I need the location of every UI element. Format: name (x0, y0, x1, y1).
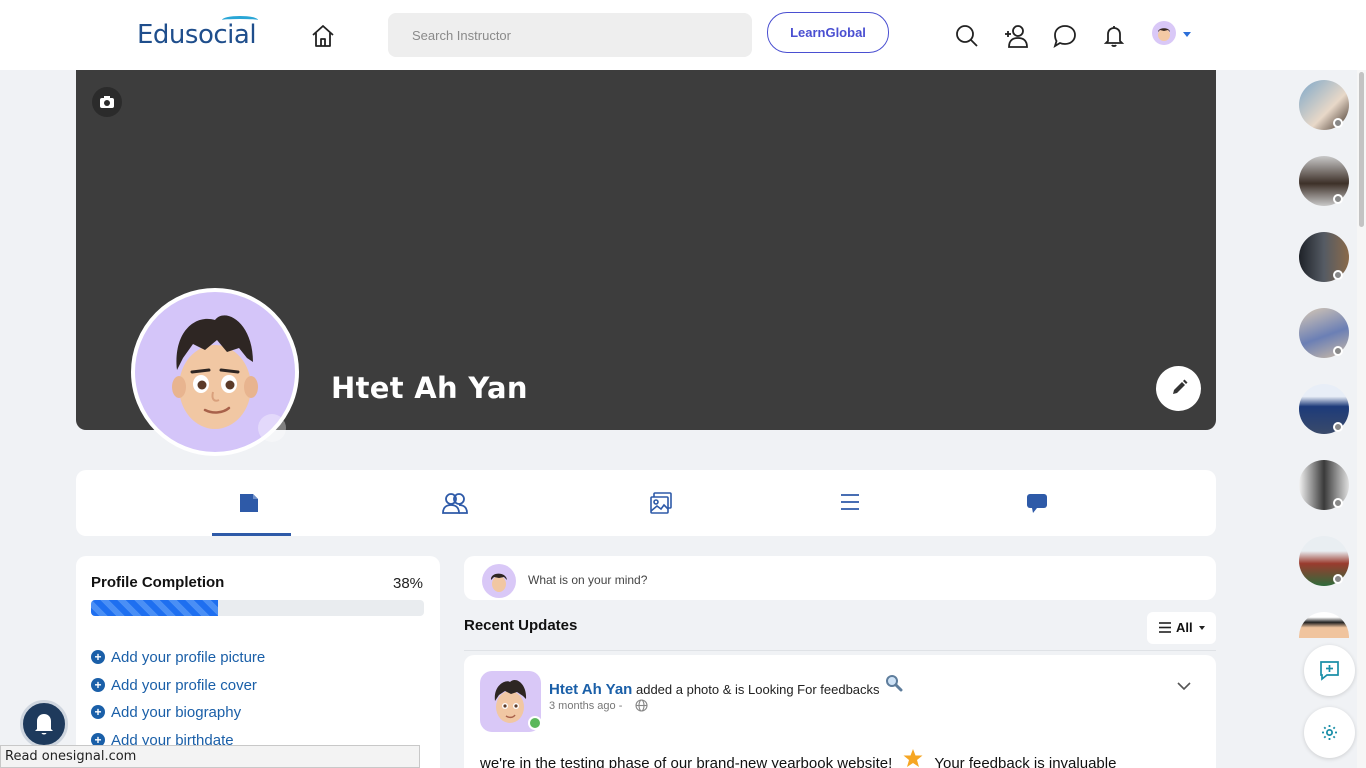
online-user-avatar[interactable] (1299, 612, 1349, 638)
star-emoji-icon (903, 749, 923, 767)
user-avatar-menu[interactable] (1152, 21, 1176, 45)
filter-lines-icon (1159, 622, 1171, 633)
bell-icon (35, 714, 53, 735)
push-notification-widget[interactable] (20, 700, 68, 748)
search-input[interactable] (388, 13, 752, 57)
user-status-dot (1333, 194, 1343, 204)
link-label: Add your biography (111, 704, 242, 721)
active-tab-indicator (212, 533, 291, 536)
chevron-down-icon (1199, 626, 1205, 630)
recent-updates-title: Recent Updates (464, 617, 578, 634)
tab-friends[interactable] (420, 470, 490, 536)
learnglobal-button[interactable]: LearnGlobal (767, 12, 889, 53)
add-biography-link[interactable]: + Add your biography (91, 704, 241, 721)
feed-filter-dropdown[interactable]: All (1147, 612, 1216, 644)
post-body: we're in the testing phase of our brand-… (480, 748, 1116, 768)
change-cover-button[interactable] (92, 87, 122, 117)
composer-placeholder[interactable]: What is on your mind? (528, 573, 647, 587)
avatar-face-icon (490, 573, 507, 592)
post-author-link[interactable]: Htet Ah Yan (549, 681, 632, 698)
post-options-chevron-icon[interactable] (1176, 678, 1192, 694)
avatar-face-icon (1158, 28, 1170, 41)
change-profile-picture-button[interactable] (258, 414, 286, 442)
tab-forums[interactable] (1002, 470, 1072, 536)
profile-completion-percent: 38% (393, 575, 424, 592)
post-meta: 3 months ago - (549, 699, 648, 712)
home-icon[interactable] (310, 23, 336, 49)
site-logo[interactable]: Edusocial (137, 16, 258, 50)
tab-about[interactable] (816, 470, 886, 536)
menu-lines-icon (841, 494, 859, 510)
add-friend-icon[interactable] (1003, 23, 1029, 49)
logo-text: Edusocial (137, 20, 257, 50)
post-time: 3 months ago - (549, 700, 623, 712)
plus-icon: + (91, 705, 105, 719)
composer-avatar (482, 564, 516, 598)
friends-icon (442, 493, 468, 514)
messages-icon[interactable] (1052, 23, 1078, 49)
profile-completion-title: Profile Completion (91, 574, 225, 591)
user-status-dot (1333, 346, 1343, 356)
post-action-text: added a photo & is Looking For feedbacks (635, 682, 880, 697)
settings-button[interactable] (1304, 707, 1355, 758)
gear-icon (1322, 725, 1337, 740)
camera-icon (100, 96, 114, 108)
user-status-dot (1333, 422, 1343, 432)
chat-bubble-icon (1027, 494, 1047, 513)
profile-name: Htet Ah Yan (331, 371, 528, 405)
search-icon[interactable] (954, 23, 980, 49)
add-profile-cover-link[interactable]: + Add your profile cover (91, 677, 257, 694)
tab-photos[interactable] (626, 470, 696, 536)
post-body-text-2: Your feedback is invaluable (934, 755, 1117, 768)
add-profile-picture-link[interactable]: + Add your profile picture (91, 649, 265, 666)
scrollbar-thumb[interactable] (1359, 72, 1364, 227)
globe-icon (635, 699, 648, 712)
plus-icon: + (91, 678, 105, 692)
logo-swoosh (222, 16, 258, 24)
tab-timeline[interactable] (212, 470, 291, 536)
link-label: Add your profile picture (111, 649, 266, 666)
document-icon (240, 494, 258, 512)
photos-icon (650, 492, 672, 514)
user-status-dot (1333, 498, 1343, 508)
browser-status-bar: Read onesignal.com (0, 745, 420, 768)
chevron-down-icon[interactable] (1183, 32, 1191, 37)
filter-label: All (1176, 620, 1193, 635)
edit-profile-button[interactable] (1156, 366, 1201, 411)
user-status-dot (1333, 270, 1343, 280)
progress-fill (91, 600, 218, 616)
profile-completion-progress (91, 600, 424, 616)
user-status-dot (1333, 574, 1343, 584)
pencil-icon (1173, 379, 1188, 394)
online-status-dot (528, 716, 542, 730)
post-header: Htet Ah Yan added a photo & is Looking F… (549, 674, 903, 698)
magnifier-emoji-icon (886, 675, 903, 692)
user-status-dot (1333, 118, 1343, 128)
plus-icon: + (91, 650, 105, 664)
post-body-text: we're in the testing phase of our brand-… (480, 755, 893, 768)
chat-plus-icon (1320, 661, 1339, 681)
notifications-bell-icon[interactable] (1101, 23, 1127, 49)
new-message-button[interactable] (1304, 645, 1355, 696)
link-label: Add your profile cover (111, 677, 257, 694)
feed-divider (464, 650, 1216, 651)
